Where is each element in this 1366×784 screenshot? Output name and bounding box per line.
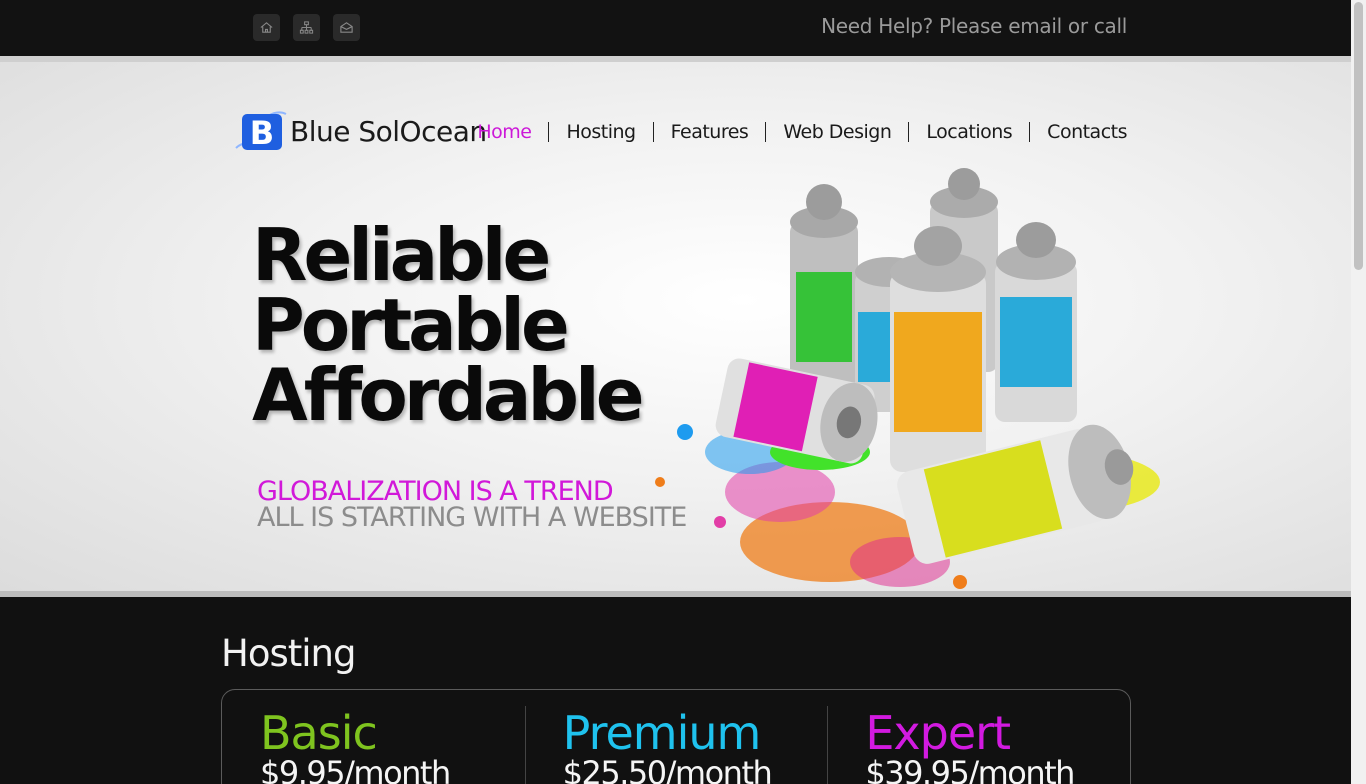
brand-name: Blue SolOcean <box>290 114 487 148</box>
nav-item-home[interactable]: Home <box>460 122 548 142</box>
nav-item-hosting[interactable]: Hosting <box>548 122 652 142</box>
main-nav: Home Hosting Features Web Design Locatio… <box>460 122 1127 142</box>
plan-price: $39.95/month <box>865 754 1075 784</box>
hosting-plans: Basic $9.95/month Premium $25.50/month E… <box>221 689 1131 784</box>
plan-name: Premium <box>562 706 762 760</box>
plan-name: Basic <box>260 706 378 760</box>
plan-card-basic[interactable]: Basic $9.95/month <box>222 690 525 784</box>
spray-cans-illustration <box>655 168 1160 589</box>
headline-line: Portable <box>252 283 570 367</box>
headline-line: Affordable <box>252 353 645 437</box>
plan-price: $9.95/month <box>260 754 451 784</box>
logo-mark: B <box>234 110 288 152</box>
nav-item-contacts[interactable]: Contacts <box>1029 122 1127 142</box>
logo-letter: B <box>250 114 274 152</box>
scrollbar-thumb[interactable] <box>1354 2 1363 270</box>
home-icon[interactable] <box>253 14 280 41</box>
nav-item-web-design[interactable]: Web Design <box>765 122 908 142</box>
nav-item-features[interactable]: Features <box>652 122 766 142</box>
vertical-scrollbar[interactable] <box>1351 0 1366 784</box>
nav-item-locations[interactable]: Locations <box>908 122 1029 142</box>
plan-price: $25.50/month <box>562 754 773 784</box>
plan-card-premium[interactable]: Premium $25.50/month <box>524 690 828 784</box>
plan-card-expert[interactable]: Expert $39.95/month <box>827 690 1130 784</box>
mail-icon[interactable] <box>333 14 360 41</box>
hero-headline: Reliable Portable Affordable <box>252 213 645 437</box>
sitemap-icon[interactable] <box>293 14 320 41</box>
top-bar: Need Help? Please email or call <box>0 0 1351 56</box>
hero-banner: B Blue SolOcean Home Hosting Features We… <box>0 56 1351 597</box>
help-text: Need Help? Please email or call <box>821 14 1127 38</box>
brand-logo[interactable]: B Blue SolOcean <box>234 110 487 152</box>
plan-name: Expert <box>865 706 1011 760</box>
hosting-section-title: Hosting <box>221 632 356 675</box>
headline-line: Reliable <box>252 213 551 297</box>
